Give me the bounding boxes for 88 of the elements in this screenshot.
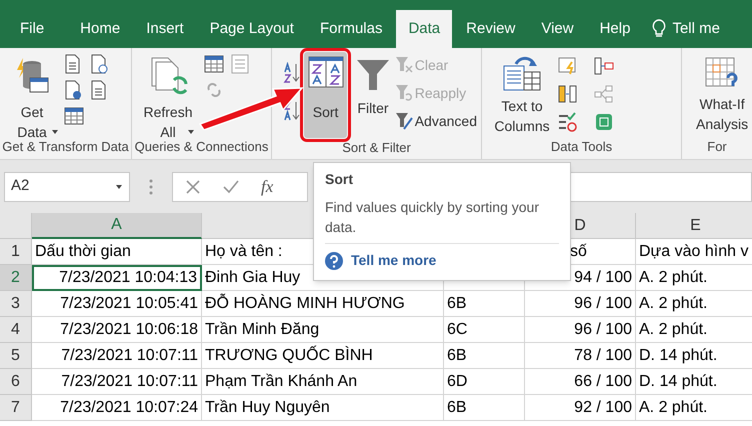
ribbon-tab[interactable]: Formulas <box>308 10 394 48</box>
filter-button[interactable]: Filter <box>355 52 391 119</box>
table-cell[interactable]: 7/23/2021 10:04:13 <box>32 265 202 291</box>
table-cell[interactable]: TRƯƠNG QUỐC BÌNH <box>202 343 444 369</box>
large-ribbon-button[interactable]: Refresh All <box>136 52 200 135</box>
table-cell[interactable]: 6B <box>444 291 525 317</box>
sort-descending-icon <box>282 100 300 122</box>
table-cell[interactable]: 96 / 100 <box>525 291 636 317</box>
ribbon-tab[interactable]: Help <box>588 10 642 48</box>
row-header[interactable]: 2 <box>0 265 32 291</box>
formula-input[interactable] <box>569 172 752 202</box>
row-header[interactable]: 7 <box>0 395 32 421</box>
table-cell[interactable]: Trần Minh Đăng <box>202 317 444 343</box>
table-icon <box>204 54 224 74</box>
tooltip-title: Sort <box>325 170 353 189</box>
hierarchy-icon <box>594 84 614 104</box>
funnel-icon <box>394 84 413 102</box>
group-label: Sort & Filter <box>341 139 412 157</box>
document-clock-icon <box>90 54 110 74</box>
sort-ascending-icon <box>282 62 300 84</box>
table-cell[interactable]: 6B <box>444 343 525 369</box>
table-cell[interactable]: 6D <box>444 369 525 395</box>
table-cell[interactable]: A. 2 phút. <box>636 395 752 421</box>
table-cell[interactable]: 78 / 100 <box>525 343 636 369</box>
ribbon-tab[interactable]: Page Layout <box>198 10 306 48</box>
caret-icon <box>115 184 123 190</box>
table-cell[interactable]: Phạm Trần Khánh An <box>202 369 444 395</box>
row-header[interactable]: 6 <box>0 369 32 395</box>
data-validation-icon <box>558 112 578 132</box>
relationship-icon <box>594 56 614 76</box>
ribbon-tab[interactable]: Review <box>454 10 528 48</box>
funnel-icon <box>356 58 390 92</box>
table-cell[interactable]: 92 / 100 <box>525 395 636 421</box>
large-ribbon-button[interactable]: What-If Analysis <box>694 52 750 134</box>
column-header[interactable]: A <box>32 213 202 239</box>
funnel-icon <box>394 112 413 130</box>
table-cell[interactable]: A. 2 phút. <box>636 265 752 291</box>
ribbon-tab[interactable]: File <box>8 10 56 48</box>
checkmark-icon <box>223 178 239 194</box>
help-icon <box>325 252 343 270</box>
table-cell[interactable]: A. 2 phút. <box>636 317 752 343</box>
large-ribbon-button[interactable]: Text to Columns <box>490 52 554 136</box>
column-header[interactable]: E <box>636 213 752 239</box>
row-header[interactable]: 5 <box>0 343 32 369</box>
sort-button[interactable]: Sort <box>304 52 348 138</box>
ribbon-tab[interactable]: View <box>529 10 586 48</box>
table-cell[interactable]: Dấu thời gian <box>32 239 202 265</box>
table-cell[interactable]: D. 14 phút. <box>636 343 752 369</box>
data-model-icon <box>594 112 614 132</box>
insert-function-button[interactable]: fx <box>261 174 274 200</box>
funnel-icon <box>394 56 413 74</box>
row-header[interactable]: 1 <box>0 239 32 265</box>
group-label: For <box>706 138 728 156</box>
cancel-icon <box>185 178 201 194</box>
tell-me-more-link[interactable]: Tell me more <box>351 250 436 271</box>
table-cell[interactable]: 7/23/2021 10:07:24 <box>32 395 202 421</box>
group-label: Queries & Connections <box>134 138 270 156</box>
table-cell[interactable]: 6B <box>444 395 525 421</box>
table-cell[interactable]: 66 / 100 <box>525 369 636 395</box>
table-cell[interactable]: 7/23/2021 10:07:11 <box>32 343 202 369</box>
flash-fill-icon <box>558 56 578 76</box>
table-cell[interactable]: 6C <box>444 317 525 343</box>
lightbulb-icon <box>652 19 666 39</box>
ribbon-tab[interactable]: Data <box>396 10 452 48</box>
table-cell[interactable]: 7/23/2021 10:06:18 <box>32 317 202 343</box>
table-cell[interactable]: Dựa vào hình v <box>636 239 752 265</box>
table-icon <box>64 106 84 126</box>
ribbon-tab[interactable]: Home <box>68 10 132 48</box>
row-header[interactable]: 4 <box>0 317 32 343</box>
table-cell[interactable]: A. 2 phút. <box>636 291 752 317</box>
ribbon-tab[interactable]: Insert <box>134 10 196 48</box>
tell-me-search[interactable]: Tell me <box>672 18 720 40</box>
group-label: Get & Transform Data <box>1 138 130 156</box>
table-cell[interactable]: ĐỖ HOÀNG MINH HƯƠNG <box>202 291 444 317</box>
group-label: Data Tools <box>550 138 614 156</box>
name-box[interactable]: A2 <box>4 172 130 202</box>
sort-dialog-icon <box>308 56 344 88</box>
row-header[interactable]: 3 <box>0 291 32 317</box>
ribbon-button[interactable]: Advanced <box>394 108 477 134</box>
large-ribbon-button[interactable]: Get Data <box>4 52 60 135</box>
list-icon <box>230 54 250 74</box>
table-cell[interactable]: 7/23/2021 10:05:41 <box>32 291 202 317</box>
remove-duplicates-icon <box>558 84 578 104</box>
table-cell[interactable]: 96 / 100 <box>525 317 636 343</box>
table-cell[interactable]: Trần Huy Nguyên <box>202 395 444 421</box>
select-all-corner[interactable] <box>0 213 32 239</box>
table-cell[interactable]: 7/23/2021 10:07:11 <box>32 369 202 395</box>
table-cell[interactable]: D. 14 phút. <box>636 369 752 395</box>
